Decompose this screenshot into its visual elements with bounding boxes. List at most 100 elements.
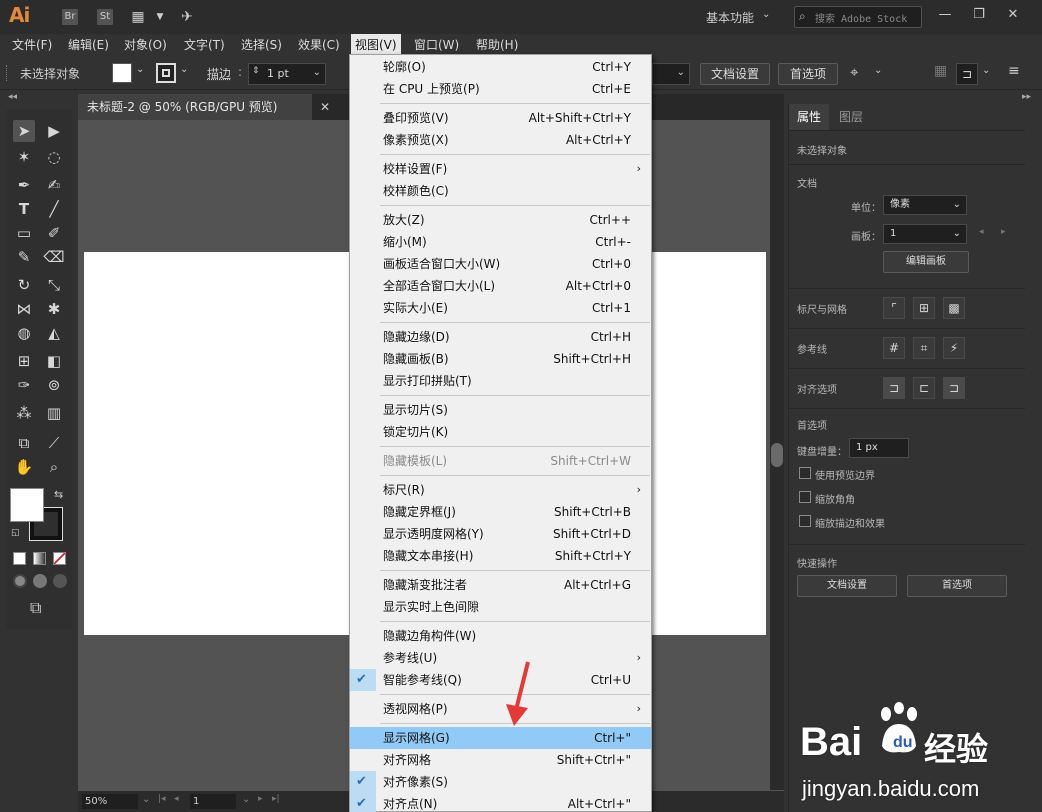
view-menu-item[interactable]: 锁定切片(K)	[350, 421, 651, 443]
curvature-tool-icon[interactable]: ✍	[43, 174, 65, 196]
menu-file[interactable]: 文件(F)	[8, 34, 56, 56]
lasso-tool-icon[interactable]: ◌	[43, 146, 65, 168]
lock-guides-icon[interactable]: ⌗	[913, 337, 935, 359]
stroke-swatch[interactable]	[156, 63, 176, 83]
rectangle-tool-icon[interactable]: ▭	[13, 222, 35, 244]
arrange-documents-icon[interactable]: ▦	[128, 7, 148, 27]
menu-select[interactable]: 选择(S)	[237, 34, 286, 56]
doc-setup-button[interactable]: 文档设置	[700, 63, 770, 85]
menu-type[interactable]: 文字(T)	[180, 34, 229, 56]
view-menu-item[interactable]: 显示透明度网格(Y) Shift+Ctrl+D	[350, 523, 651, 545]
chevron-down-icon[interactable]: ▼	[150, 7, 170, 27]
tab-properties[interactable]: 属性	[789, 104, 830, 130]
width-tool-icon[interactable]: ⋈	[13, 298, 35, 320]
snap-to-pixel-icon[interactable]: ⊐	[943, 377, 965, 399]
next-artboard-icon[interactable]: ▸	[1001, 227, 1006, 237]
view-menu-item[interactable]: 实际大小(E) Ctrl+1	[350, 297, 651, 319]
stroke-label[interactable]: 描边	[207, 65, 231, 82]
tab-layers[interactable]: 图层	[831, 104, 871, 130]
screen-mode-icon[interactable]: ⧉	[30, 598, 41, 618]
view-menu-item[interactable]: 像素预览(X) Alt+Ctrl+Y	[350, 129, 651, 151]
fill-swatch[interactable]	[112, 63, 132, 83]
gradient-tool-icon[interactable]: ◧	[43, 350, 65, 372]
view-menu-item[interactable]: ✔ 智能参考线(Q) Ctrl+U	[350, 669, 651, 691]
keyboard-increment-field[interactable]: 1 px	[849, 438, 909, 458]
chevron-down-icon[interactable]: ⌄	[982, 65, 990, 76]
transform-icon[interactable]: ⌖	[850, 63, 858, 81]
align-icon[interactable]: ▦	[934, 63, 947, 79]
view-menu-item[interactable]: 对齐网格 Shift+Ctrl+"	[350, 749, 651, 771]
view-menu-item[interactable]: 校样颜色(C)	[350, 180, 651, 202]
grip-handle[interactable]	[6, 65, 9, 81]
view-menu-item[interactable]: 隐藏文本串接(H) Shift+Ctrl+Y	[350, 545, 651, 567]
zoom-tool-icon[interactable]: ⌕	[43, 456, 65, 478]
preferences-button[interactable]: 首选项	[778, 63, 838, 85]
hand-tool-icon[interactable]: ✋	[13, 456, 35, 478]
fill-color-box[interactable]	[10, 488, 44, 522]
puppet-warp-tool-icon[interactable]: ✱	[43, 298, 65, 320]
chevron-down-icon[interactable]: ⌄	[313, 67, 321, 78]
quick-doc-setup-button[interactable]: 文档设置	[797, 575, 897, 597]
type-tool-icon[interactable]: T	[13, 198, 35, 220]
menu-help[interactable]: 帮助(H)	[472, 34, 522, 56]
menu-edit[interactable]: 编辑(E)	[64, 34, 113, 56]
view-menu-item[interactable]: 隐藏渐变批注者 Alt+Ctrl+G	[350, 574, 651, 596]
menu-object[interactable]: 对象(O)	[120, 34, 171, 56]
snap-icon[interactable]: ⊐	[956, 63, 978, 85]
document-tab[interactable]: 未标题-2 @ 50% (RGB/GPU 预览)	[78, 94, 312, 120]
view-menu-item[interactable]: 缩小(M) Ctrl+-	[350, 231, 651, 253]
snap-to-grid-icon[interactable]: ⊏	[913, 377, 935, 399]
stroke-weight-field[interactable]: ⇕ 1 pt ⌄	[248, 63, 326, 85]
workspace-chevron-icon[interactable]: ⌄	[762, 9, 770, 20]
zoom-level-field[interactable]: 50%	[82, 794, 138, 809]
shape-builder-tool-icon[interactable]: ◍	[13, 322, 35, 344]
paintbrush-tool-icon[interactable]: ✐	[43, 222, 65, 244]
collapse-panel-icon[interactable]: ▸▸	[1022, 92, 1031, 102]
view-menu-item[interactable]: 全部适合窗口大小(L) Alt+Ctrl+0	[350, 275, 651, 297]
view-menu-item[interactable]: 标尺(R) ›	[350, 479, 651, 501]
slice-tool-icon[interactable]: ⟋	[43, 432, 65, 454]
style-dropdown[interactable]: ⌄	[652, 63, 690, 85]
draw-behind-icon[interactable]	[33, 574, 47, 588]
workspace-switcher[interactable]: 基本功能	[706, 9, 754, 26]
menu-view[interactable]: 视图(V)	[351, 34, 401, 56]
last-page-icon[interactable]: ▸|	[272, 794, 280, 804]
page-chevron-icon[interactable]: ⌄	[242, 794, 250, 805]
chevron-down-icon[interactable]: ⌄	[180, 64, 188, 75]
close-tab-icon[interactable]: ✕	[320, 100, 330, 114]
menu-window[interactable]: 窗口(W)	[410, 34, 463, 56]
gradient-mode-icon[interactable]	[33, 552, 46, 565]
smart-guides-icon[interactable]: ⚡	[943, 337, 965, 359]
graph-tool-icon[interactable]: ▥	[43, 402, 65, 424]
selection-tool-icon[interactable]: ➤	[13, 120, 35, 142]
view-menu-item[interactable]: 透视网格(P) ›	[350, 698, 651, 720]
line-tool-icon[interactable]: ╱	[43, 198, 65, 220]
perspective-grid-tool-icon[interactable]: ◭	[43, 322, 65, 344]
show-guides-icon[interactable]: #	[883, 337, 905, 359]
magic-wand-tool-icon[interactable]: ✶	[13, 146, 35, 168]
view-menu-item[interactable]: 校样设置(F) ›	[350, 158, 651, 180]
grid-icon[interactable]: ⊞	[913, 297, 935, 319]
rocket-icon[interactable]: ✈	[177, 7, 197, 27]
view-menu-item[interactable]: 叠印预览(V) Alt+Shift+Ctrl+Y	[350, 107, 651, 129]
page-number-field[interactable]: 1	[190, 794, 236, 809]
collapse-toolbar-icon[interactable]: ◂◂	[8, 92, 17, 102]
blend-tool-icon[interactable]: ⊚	[43, 374, 65, 396]
menu-effect[interactable]: 效果(C)	[294, 34, 344, 56]
zoom-chevron-icon[interactable]: ⌄	[142, 794, 150, 805]
scale-tool-icon[interactable]: ⤡	[43, 274, 65, 296]
draw-inside-icon[interactable]	[53, 574, 67, 588]
next-page-icon[interactable]: ▸	[258, 794, 263, 804]
prev-page-icon[interactable]: ◂	[174, 794, 179, 804]
bridge-button[interactable]: Br	[62, 9, 78, 25]
first-page-icon[interactable]: |◂	[158, 794, 166, 804]
chevron-down-icon[interactable]: ⌄	[874, 65, 882, 76]
minimize-button[interactable]: —	[932, 4, 958, 26]
view-menu-item[interactable]: 隐藏边角构件(W)	[350, 625, 651, 647]
pen-tool-icon[interactable]: ✒	[13, 174, 35, 196]
stock-button[interactable]: St	[97, 9, 113, 25]
units-dropdown[interactable]: 像素 ⌄	[883, 195, 967, 215]
color-mode-icon[interactable]	[13, 552, 26, 565]
transparency-grid-icon[interactable]: ▩	[943, 297, 965, 319]
view-menu-item[interactable]: 隐藏边缘(D) Ctrl+H	[350, 326, 651, 348]
